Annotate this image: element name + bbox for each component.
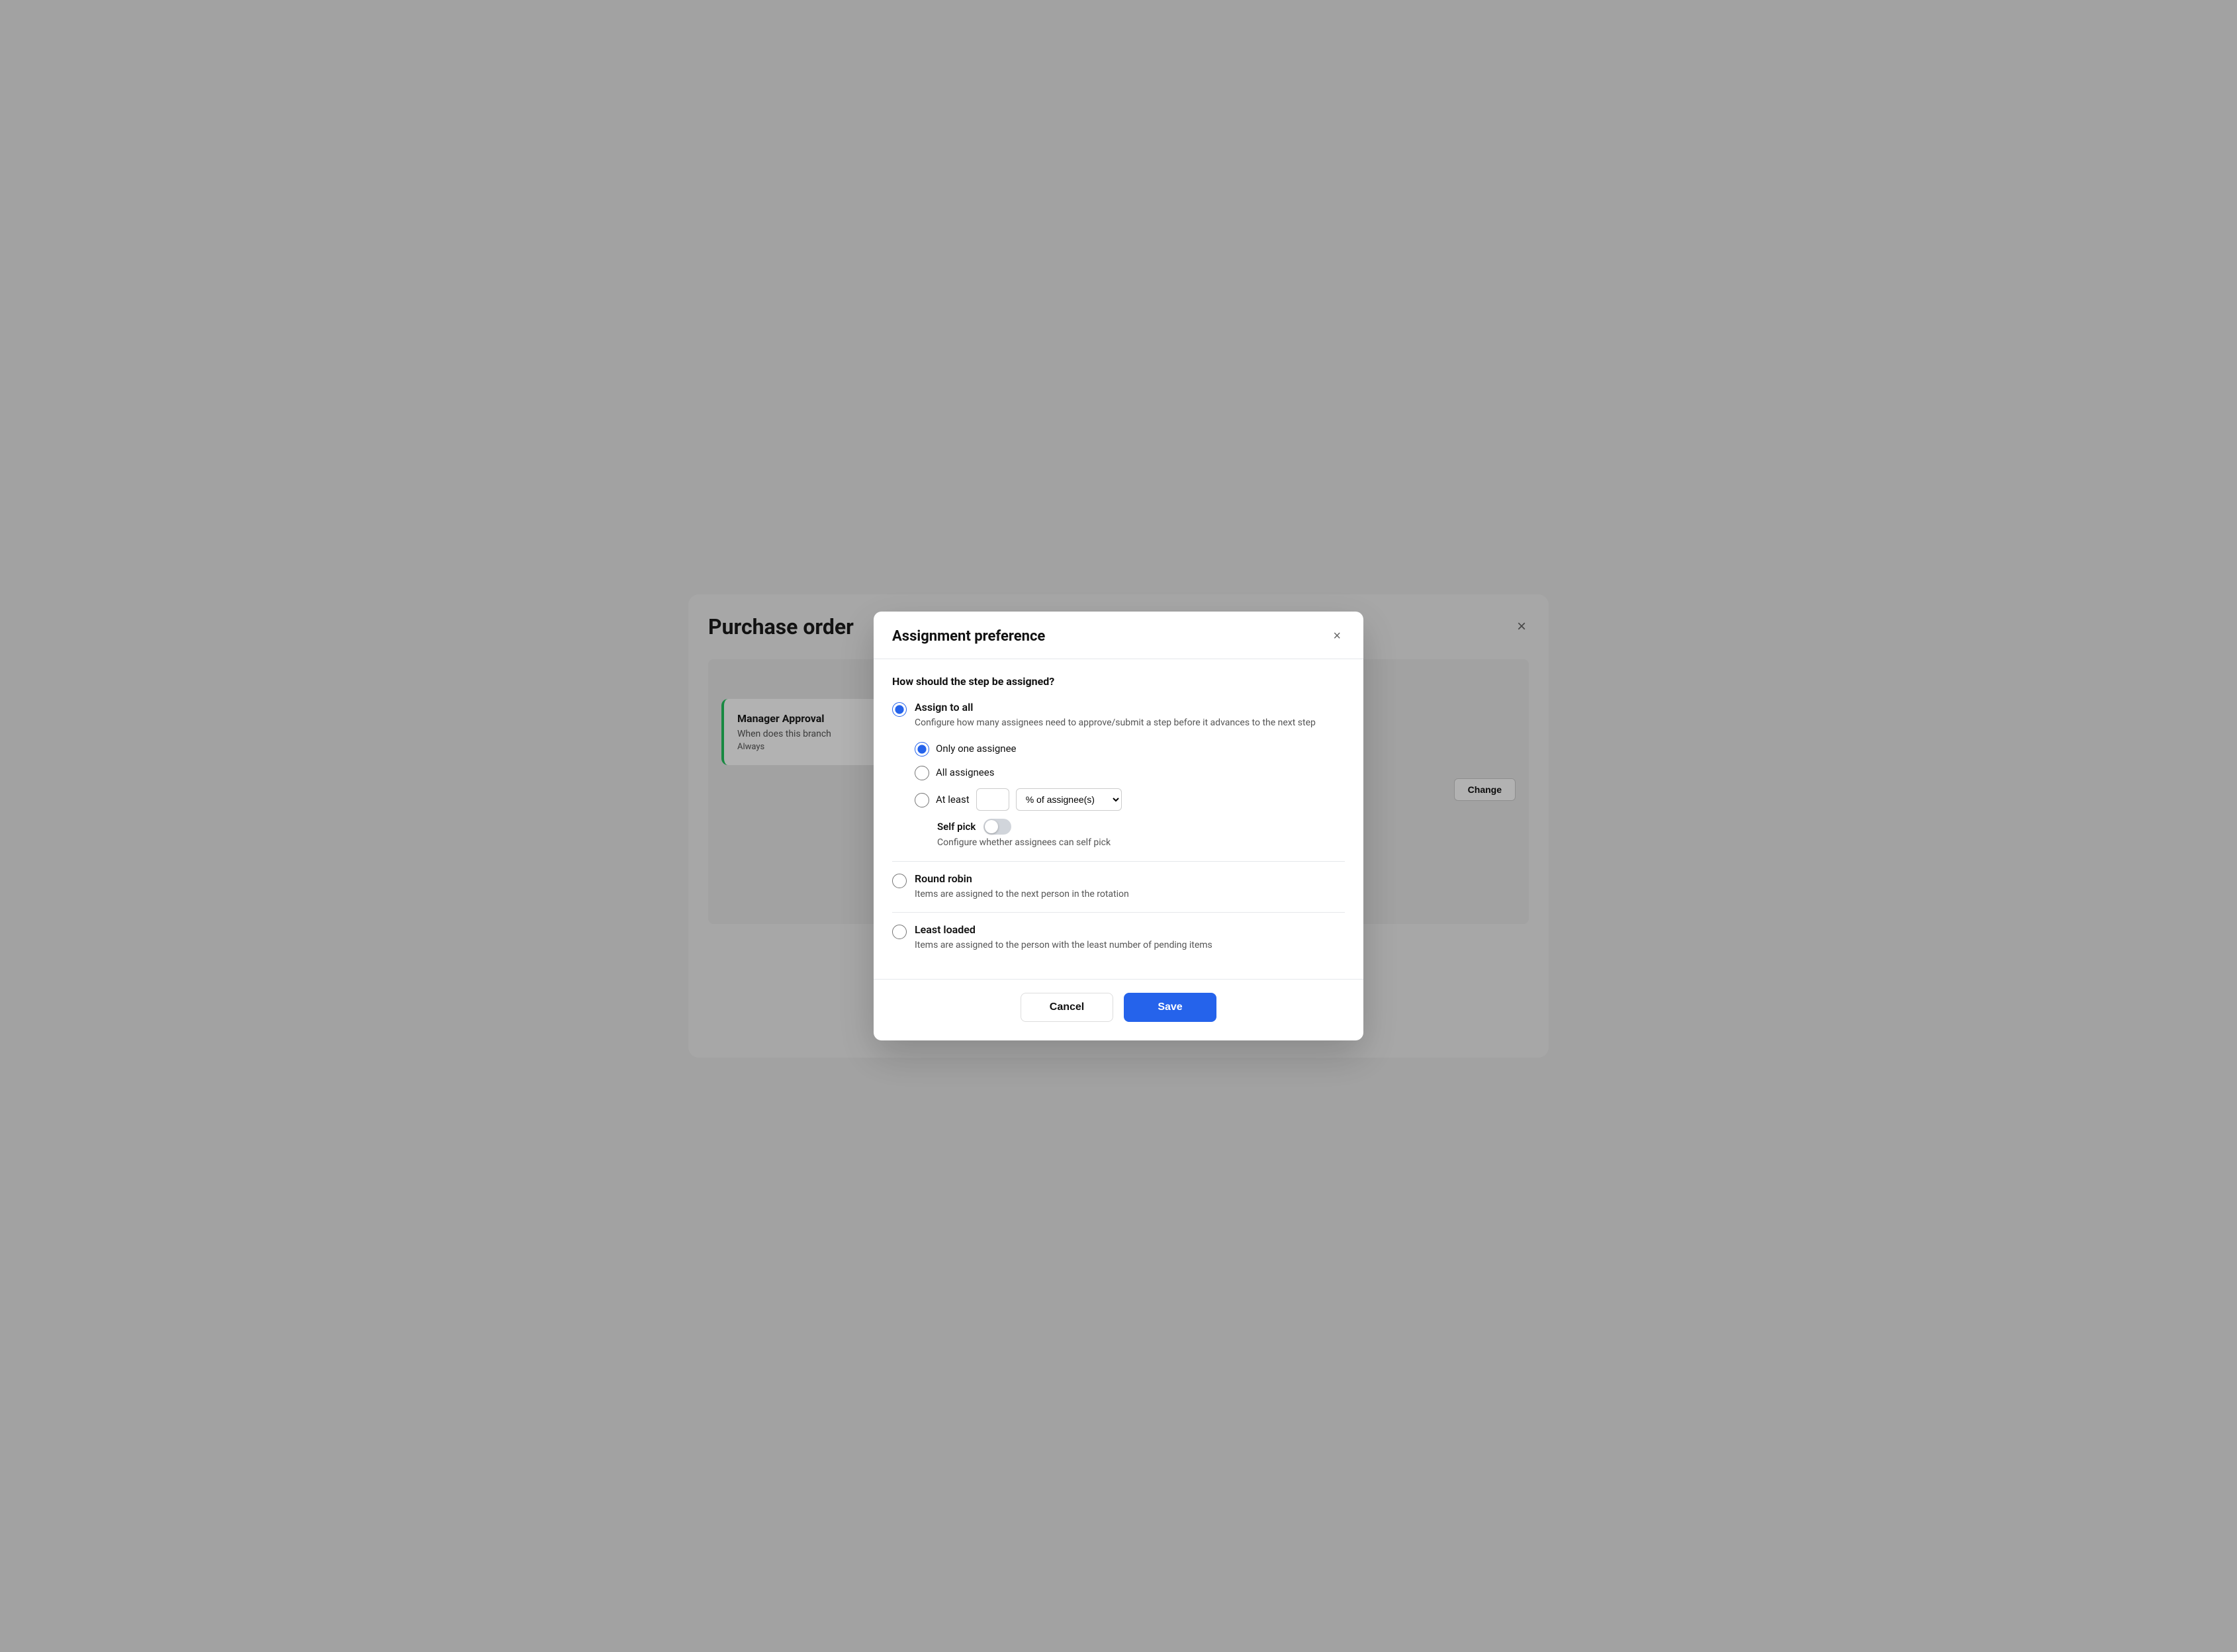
save-button[interactable]: Save bbox=[1124, 993, 1216, 1022]
sub-options: Only one assignee All assignees At least… bbox=[915, 741, 1345, 848]
self-pick-toggle[interactable] bbox=[983, 819, 1011, 835]
radio-round-robin[interactable] bbox=[892, 874, 907, 888]
option-assign-to-all: Assign to all Configure how many assigne… bbox=[892, 701, 1345, 730]
radio-least-loaded[interactable] bbox=[892, 925, 907, 939]
sub-option-only-one: Only one assignee bbox=[915, 741, 1345, 757]
self-pick-desc: Configure whether assignees can self pic… bbox=[937, 837, 1345, 848]
percent-select[interactable]: % of assignee(s) bbox=[1016, 788, 1122, 811]
radio-only-one[interactable] bbox=[915, 742, 929, 757]
least-loaded-desc: Items are assigned to the person with th… bbox=[915, 939, 1212, 952]
option-round-robin: Round robin Items are assigned to the ne… bbox=[892, 872, 1345, 901]
round-robin-label: Round robin bbox=[915, 872, 1129, 885]
divider-1 bbox=[892, 861, 1345, 862]
assign-to-all-label: Assign to all bbox=[915, 701, 1316, 713]
sub-option-at-least: At least % of assignee(s) bbox=[915, 788, 1345, 811]
self-pick-label: Self pick bbox=[937, 821, 976, 833]
round-robin-desc: Items are assigned to the next person in… bbox=[915, 888, 1129, 901]
assignment-preference-dialog: Assignment preference × How should the s… bbox=[874, 612, 1363, 1040]
modal-overlay: Assignment preference × How should the s… bbox=[0, 0, 2237, 1652]
dialog-title: Assignment preference bbox=[892, 628, 1045, 645]
radio-at-least[interactable] bbox=[915, 793, 929, 807]
assignment-question: How should the step be assigned? bbox=[892, 675, 1345, 688]
at-least-input[interactable] bbox=[976, 788, 1009, 811]
dialog-footer: Cancel Save bbox=[874, 979, 1363, 1040]
sub-option-all-assignees: All assignees bbox=[915, 764, 1345, 780]
at-least-label: At least bbox=[936, 794, 970, 805]
option-least-loaded: Least loaded Items are assigned to the p… bbox=[892, 923, 1345, 952]
dialog-body: How should the step be assigned? Assign … bbox=[874, 659, 1363, 979]
dialog-header: Assignment preference × bbox=[874, 612, 1363, 659]
radio-assign-to-all[interactable] bbox=[892, 702, 907, 717]
all-assignees-label: All assignees bbox=[936, 766, 994, 778]
assign-to-all-desc: Configure how many assignees need to app… bbox=[915, 716, 1316, 730]
cancel-button[interactable]: Cancel bbox=[1021, 993, 1113, 1022]
dialog-close-button[interactable]: × bbox=[1329, 627, 1345, 645]
self-pick-section: Self pick Configure whether assignees ca… bbox=[937, 819, 1345, 848]
least-loaded-label: Least loaded bbox=[915, 923, 1212, 936]
radio-all-assignees[interactable] bbox=[915, 766, 929, 780]
only-one-label: Only one assignee bbox=[936, 743, 1017, 755]
divider-2 bbox=[892, 912, 1345, 913]
